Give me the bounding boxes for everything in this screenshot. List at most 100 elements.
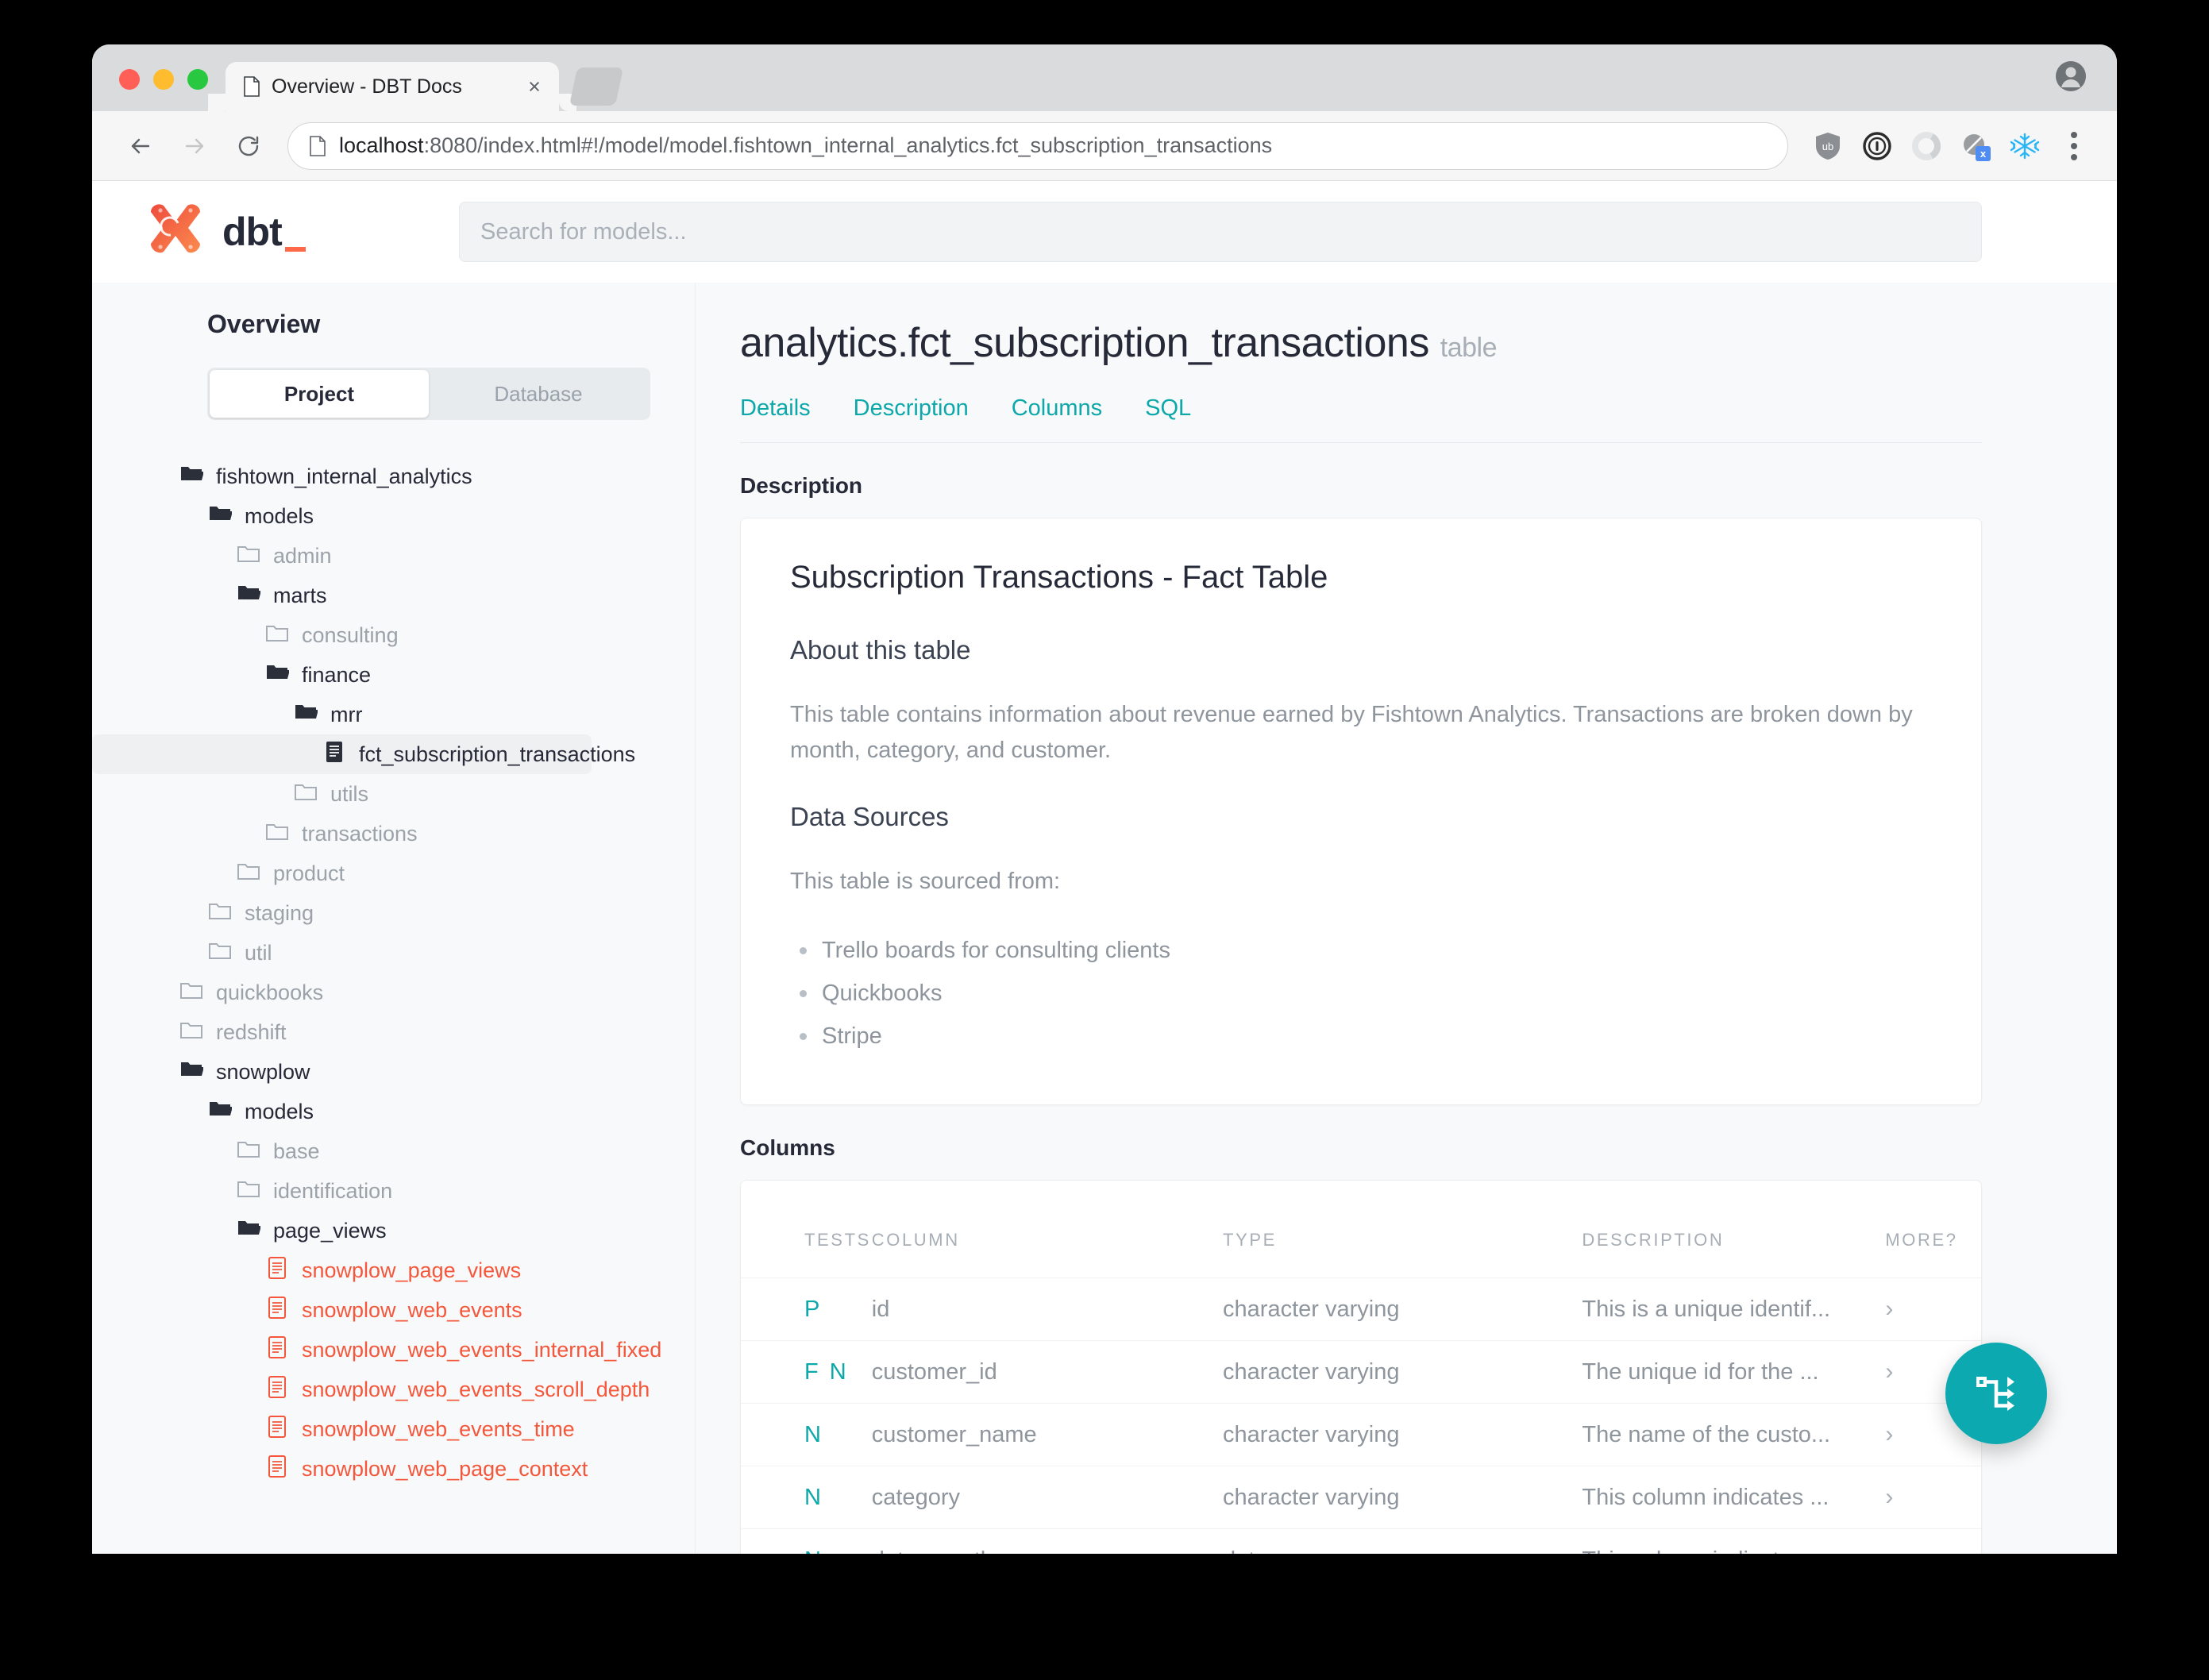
blocked-x-icon[interactable]: x (1953, 124, 1998, 168)
tree-node-consulting[interactable]: consulting (92, 615, 695, 655)
maximize-window-button[interactable] (187, 69, 208, 90)
tree-node-icon (208, 938, 232, 968)
tree-node-label: page_views (273, 1218, 387, 1243)
tab-columns[interactable]: Columns (1012, 395, 1102, 422)
search-box[interactable] (459, 202, 1982, 262)
back-button[interactable] (116, 121, 165, 171)
reload-button[interactable] (224, 121, 273, 171)
cell-more[interactable]: › (1885, 1528, 1981, 1554)
tab-sql[interactable]: SQL (1145, 395, 1191, 422)
tree-node-marts[interactable]: marts (92, 576, 695, 615)
tree-node-product[interactable]: product (92, 853, 695, 893)
about-this-table-text: This table contains information about re… (790, 702, 1913, 763)
browser-tab[interactable]: Overview - DBT Docs × (226, 62, 576, 111)
tree-node-snowplow_web_events_internal_fixed[interactable]: snowplow_web_events_internal_fixed (92, 1330, 695, 1370)
tree-node-transactions[interactable]: transactions (92, 814, 695, 853)
tree-node-snowplow_web_events[interactable]: snowplow_web_events (92, 1290, 695, 1330)
tree-node-icon (237, 541, 260, 571)
new-tab-button[interactable] (569, 67, 624, 106)
tabs-divider (740, 442, 1982, 443)
table-row[interactable]: Ncustomer_name character varying The name … (741, 1403, 1981, 1466)
data-sources-text: This table is sourced from: (790, 868, 1061, 894)
tree-node-label: quickbooks (216, 980, 324, 1004)
tree-node-icon (179, 462, 204, 491)
table-row[interactable]: Pid character varying This is a unique ide… (741, 1277, 1981, 1341)
tree-node-finance[interactable]: finance (92, 655, 695, 695)
ring-icon[interactable] (1904, 124, 1949, 168)
search-input[interactable] (480, 218, 1960, 245)
tree-node-fishtown_internal_analytics[interactable]: fishtown_internal_analytics (92, 457, 695, 496)
dbt-docs-app: dbt Overview Project Database fishtown_i… (92, 181, 2117, 1554)
tree-node-snowplow_web_events_scroll_depth[interactable]: snowplow_web_events_scroll_depth (92, 1370, 695, 1409)
data-source-item: Trello boards for consulting clients (790, 933, 1932, 968)
expand-row-chevron-icon[interactable]: › (1885, 1421, 1893, 1447)
tree-node-label: snowplow (216, 1059, 310, 1084)
cell-more[interactable]: › (1885, 1466, 1981, 1529)
app-body: Overview Project Database fishtown_inter… (92, 283, 2117, 1554)
toggle-project[interactable]: Project (210, 370, 429, 418)
dbt-logo[interactable]: dbt (137, 201, 422, 263)
test-badge-N: N (804, 1421, 821, 1447)
tree-node-quickbooks[interactable]: quickbooks (92, 973, 695, 1012)
1password-icon[interactable] (1855, 124, 1899, 168)
columns-table-header: TESTS COLUMN TYPE DESCRIPTION MORE? (741, 1212, 1981, 1278)
minimize-window-button[interactable] (153, 69, 174, 90)
cell-type: date (1223, 1528, 1583, 1554)
tree-node-util[interactable]: util (92, 933, 695, 973)
table-row[interactable]: Ndate_monthdateThis column indicates ...… (741, 1528, 1981, 1554)
tab-details[interactable]: Details (740, 395, 811, 422)
about-this-table-heading: About this table (790, 635, 971, 665)
tree-node-models[interactable]: models (92, 496, 695, 536)
tree-node-mrr[interactable]: mrr (92, 695, 695, 734)
tree-node-page_views[interactable]: page_views (92, 1211, 695, 1250)
url-host: localhost (339, 133, 424, 157)
tree-node-icon (265, 1455, 289, 1484)
tree-node-label: marts (273, 583, 327, 607)
tree-node-icon (237, 581, 261, 611)
toggle-database[interactable]: Database (429, 370, 648, 418)
browser-menu-button[interactable] (2052, 124, 2096, 168)
columns-card: TESTS COLUMN TYPE DESCRIPTION MORE? Pid chara… (740, 1180, 1982, 1554)
tree-node-base[interactable]: base (92, 1131, 695, 1171)
address-bar[interactable]: localhost:8080/index.html#!/model/model.… (287, 121, 1788, 170)
cell-type: character varying (1223, 1277, 1583, 1341)
tree-node-snowplow_web_events_time[interactable]: snowplow_web_events_time (92, 1409, 695, 1449)
tree-node-label: snowplow_web_events (302, 1297, 522, 1322)
tree-node-fct_subscription_transactions[interactable]: fct_subscription_transactions (92, 734, 635, 774)
dbt-logo-text: dbt (222, 209, 306, 255)
tree-node-label: consulting (302, 622, 399, 647)
lineage-graph-button[interactable] (1945, 1343, 2047, 1444)
expand-row-chevron-icon[interactable]: › (1885, 1547, 1893, 1554)
description-section-label: Description (740, 473, 863, 498)
tree-node-snowplow_page_views[interactable]: snowplow_page_views (92, 1250, 695, 1290)
tree-node-admin[interactable]: admin (92, 536, 695, 576)
cell-type: character varying (1223, 1403, 1583, 1466)
expand-row-chevron-icon[interactable]: › (1885, 1358, 1893, 1385)
close-tab-button[interactable]: × (521, 73, 548, 100)
tree-node-label: util (245, 940, 272, 965)
tree-node-snowplow[interactable]: snowplow (92, 1052, 695, 1092)
table-row[interactable]: F Ncustomer_id character varying The unique… (741, 1340, 1981, 1404)
tree-node-utils[interactable]: utils (92, 774, 695, 814)
cell-tests: N (741, 1403, 872, 1466)
tree-node-models[interactable]: models (92, 1092, 695, 1131)
tree-node-snowplow_web_page_context[interactable]: snowplow_web_page_context (92, 1449, 695, 1489)
browser-profile-avatar[interactable] (2053, 59, 2088, 94)
tab-description[interactable]: Description (854, 395, 969, 422)
forward-button[interactable] (170, 121, 219, 171)
columns-section-label: Columns (740, 1135, 835, 1161)
expand-row-chevron-icon[interactable]: › (1885, 1296, 1893, 1322)
url-path: :8080/index.html#!/model/model.fishtown_… (423, 133, 1273, 157)
tree-node-icon (265, 1375, 289, 1404)
ublock-origin-icon[interactable]: ub (1806, 124, 1850, 168)
tree-node-identification[interactable]: identification (92, 1171, 695, 1211)
snowflake-icon[interactable] (2003, 124, 2047, 168)
expand-row-chevron-icon[interactable]: › (1885, 1484, 1893, 1510)
cell-more[interactable]: › (1885, 1277, 1981, 1341)
table-row[interactable]: Ncategory character varying This column in… (741, 1466, 1981, 1529)
tree-node-staging[interactable]: staging (92, 893, 695, 933)
tree-node-redshift[interactable]: redshift (92, 1012, 695, 1052)
tree-node-icon (237, 1216, 261, 1246)
close-window-button[interactable] (119, 69, 140, 90)
cell-column: category (871, 1466, 1224, 1529)
